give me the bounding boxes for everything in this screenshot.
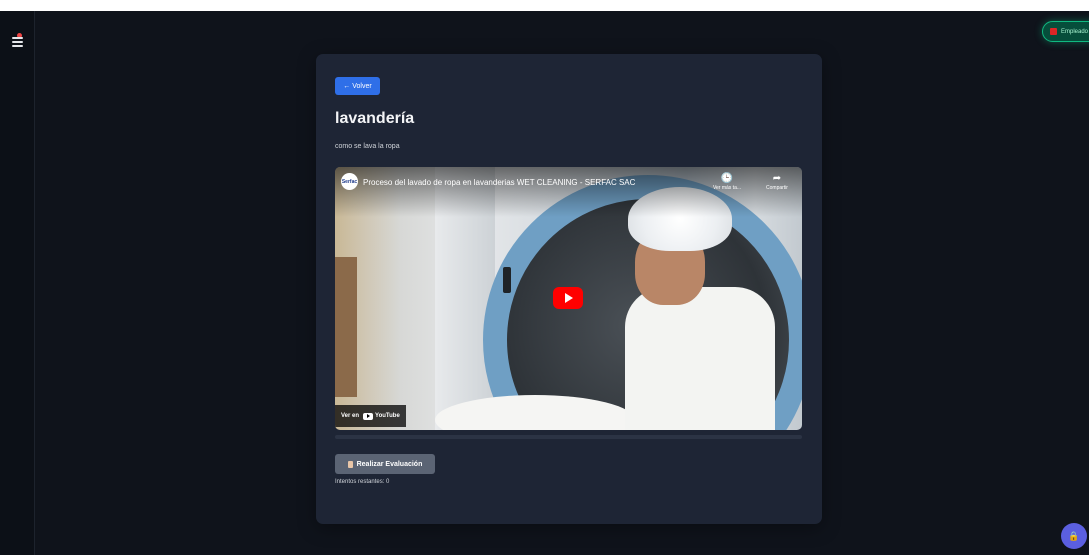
watch-later-button[interactable]: 🕒 Ver más ta... [707, 173, 747, 191]
attempts-remaining: Intentos restantes: 0 [335, 479, 390, 485]
take-evaluation-button[interactable]: Realizar Evaluación [335, 454, 435, 474]
top-bar [0, 0, 1089, 11]
play-button[interactable] [553, 287, 583, 309]
channel-avatar[interactable]: Serfac [341, 173, 358, 190]
user-role-label: Empleado [1061, 28, 1089, 35]
video-scene [335, 257, 357, 397]
video-progress-track [335, 435, 802, 439]
sidebar [0, 11, 35, 555]
clock-icon: 🕒 [720, 173, 734, 184]
back-button[interactable]: ← Volver [335, 77, 380, 95]
youtube-logo: YouTube [363, 412, 400, 420]
user-badge-icon [1050, 28, 1057, 35]
lock-icon: 🔒 [1068, 530, 1080, 541]
share-button[interactable]: ➦ Compartir [757, 173, 797, 191]
lesson-card: ← Volver lavandería como se lava la ropa… [316, 54, 822, 524]
play-icon [565, 293, 573, 303]
video-player[interactable]: Serfac Proceso del lavado de ropa en lav… [335, 167, 802, 430]
watch-on-youtube-link[interactable]: Ver en YouTube [335, 405, 406, 427]
floating-action-button[interactable]: 🔒 [1061, 523, 1087, 549]
lesson-title: lavandería [335, 110, 415, 127]
clipboard-icon [347, 460, 353, 468]
lesson-description: como se lava la ropa [335, 143, 400, 150]
share-icon: ➦ [772, 173, 782, 184]
video-title[interactable]: Proceso del lavado de ropa en lavanderia… [363, 178, 635, 187]
menu-icon[interactable] [12, 33, 24, 49]
user-role-badge[interactable]: Empleado [1042, 21, 1089, 42]
